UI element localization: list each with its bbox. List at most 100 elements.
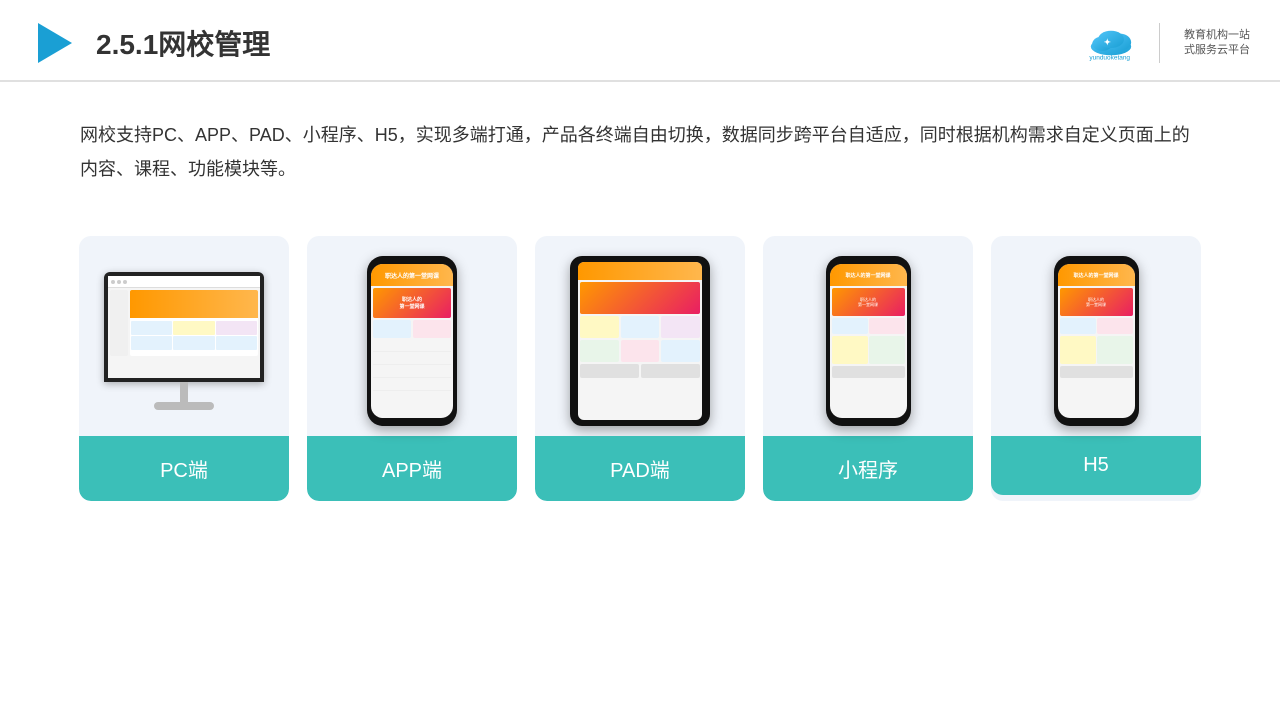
card-app-label: APP端 (307, 436, 517, 501)
monitor-stand (180, 382, 188, 402)
tablet-grid-5 (621, 340, 660, 362)
monitor-card-6 (216, 336, 257, 350)
small-phone-notch-h5 (1084, 256, 1108, 263)
miniprogram-device: 职达人的第一堂网课 职达人的第一堂网课 (826, 256, 911, 426)
card-pc: PC端 (79, 236, 289, 501)
phone-banner: 职达人的第一堂网课 (373, 288, 451, 318)
tablet-grid-3 (661, 316, 700, 338)
card-miniprogram-label: 小程序 (763, 436, 973, 501)
monitor-body (108, 288, 260, 358)
phone-row-1 (373, 320, 451, 338)
small-phone-item-1-mp (832, 318, 868, 334)
card-pad-image (535, 236, 745, 436)
tablet-grid-6 (661, 340, 700, 362)
phone-notch (398, 256, 426, 264)
monitor-device (104, 272, 264, 410)
phone-item-2 (413, 320, 451, 338)
nav-dot-1 (111, 280, 115, 284)
phone-body: 职达人的第一堂网课 职达人的第一堂网课 (367, 256, 457, 426)
small-phone-header-h5: 职达人的第一堂网课 (1058, 264, 1135, 286)
header-right: ✦ yunduoketang 教育机构一站 式服务云平台 (1081, 23, 1250, 63)
monitor-card-2 (173, 321, 214, 335)
tablet-body-content (578, 280, 702, 380)
monitor-card-3 (216, 321, 257, 335)
monitor-screen (104, 272, 264, 382)
small-phone-header-text-h5: 职达人的第一堂网课 (1073, 272, 1118, 279)
phone-item-1 (373, 320, 411, 338)
card-app-image: 职达人的第一堂网课 职达人的第一堂网课 (307, 236, 517, 436)
phone-banner-text: 职达人的第一堂网课 (399, 296, 424, 310)
brand-slogan-line2: 式服务云平台 (1184, 43, 1250, 58)
description: 网校支持PC、APP、PAD、小程序、H5，实现多端打通，产品各终端自由切换，数… (0, 82, 1280, 206)
small-phone-banner-h5: 职达人的第一堂网课 (1060, 288, 1133, 316)
tablet-row (580, 364, 700, 378)
phone-screen: 职达人的第一堂网课 职达人的第一堂网课 (371, 264, 453, 418)
small-phone-list-1-mp (832, 336, 868, 364)
small-phone-item-1-h5 (1060, 318, 1096, 334)
monitor-main (130, 290, 258, 356)
monitor-content (108, 276, 260, 378)
phone-list-2 (373, 353, 451, 365)
tablet-device (570, 256, 710, 426)
small-phone-content-mp: 职达人的第一堂网课 (830, 286, 907, 380)
tablet-grid-2 (621, 316, 660, 338)
phone-list-4 (373, 379, 451, 391)
small-phone-body-mp: 职达人的第一堂网课 职达人的第一堂网课 (826, 256, 911, 426)
monitor-card-1 (131, 321, 172, 335)
small-phone-content-h5: 职达人的第一堂网课 (1058, 286, 1135, 380)
small-phone-list-mp (832, 336, 905, 364)
small-phone-banner-mp: 职达人的第一堂网课 (832, 288, 905, 316)
monitor-cards (130, 320, 258, 351)
tablet-row-1 (580, 364, 639, 378)
phone-header: 职达人的第一堂网课 (371, 264, 453, 286)
monitor-nav (108, 276, 260, 288)
card-pc-image (79, 236, 289, 436)
logo-arrow-icon (30, 18, 80, 68)
small-phone-bottom-h5 (1060, 366, 1133, 378)
phone-header-text: 职达人的第一堂网课 (385, 271, 439, 280)
small-phone-bottom-mp (832, 366, 905, 378)
tablet-header (578, 262, 702, 280)
brand-slogan-line1: 教育机构一站 (1184, 28, 1250, 43)
tablet-body (570, 256, 710, 426)
card-h5: 职达人的第一堂网课 职达人的第一堂网课 (991, 236, 1201, 501)
small-phone-header-mp: 职达人的第一堂网课 (830, 264, 907, 286)
small-phone-banner-text-mp: 职达人的第一堂网课 (858, 297, 878, 307)
card-h5-image: 职达人的第一堂网课 职达人的第一堂网课 (991, 236, 1201, 436)
brand-logo: ✦ yunduoketang (1081, 25, 1141, 61)
brand-slogan: 教育机构一站 式服务云平台 (1184, 28, 1250, 59)
small-phone-row-mp (832, 318, 905, 334)
monitor-base (154, 402, 214, 410)
svg-text:✦: ✦ (1104, 37, 1112, 47)
card-pad: PAD端 (535, 236, 745, 501)
monitor-card-5 (173, 336, 214, 350)
monitor-banner (130, 290, 258, 318)
small-phone-list-2-h5 (1097, 336, 1133, 364)
tablet-grid-4 (580, 340, 619, 362)
small-phone-item-2-mp (869, 318, 905, 334)
brand-cloud-icon: ✦ yunduoketang (1081, 25, 1141, 61)
header: 2.5.1网校管理 ✦ yunduoketang (0, 0, 1280, 82)
small-phone-list-h5 (1060, 336, 1133, 364)
small-phone-notch-mp (856, 256, 880, 263)
small-phone-body-h5: 职达人的第一堂网课 职达人的第一堂网课 (1054, 256, 1139, 426)
small-phone-screen-h5: 职达人的第一堂网课 职达人的第一堂网课 (1058, 264, 1135, 418)
small-phone-header-text-mp: 职达人的第一堂网课 (845, 272, 890, 279)
small-phone-screen-mp: 职达人的第一堂网课 职达人的第一堂网课 (830, 264, 907, 418)
cards-container: PC端 职达人的第一堂网课 职达人的第一堂网课 (0, 206, 1280, 531)
h5-device: 职达人的第一堂网课 职达人的第一堂网课 (1054, 256, 1139, 426)
phone-body-content: 职达人的第一堂网课 (371, 286, 453, 394)
card-miniprogram: 职达人的第一堂网课 职达人的第一堂网课 (763, 236, 973, 501)
tablet-row-2 (641, 364, 700, 378)
small-phone-row-h5 (1060, 318, 1133, 334)
brand-divider (1159, 23, 1160, 63)
small-phone-banner-text-h5: 职达人的第一堂网课 (1086, 297, 1106, 307)
description-text: 网校支持PC、APP、PAD、小程序、H5，实现多端打通，产品各终端自由切换，数… (80, 118, 1200, 186)
phone-list-1 (373, 340, 451, 352)
header-left: 2.5.1网校管理 (30, 18, 270, 68)
card-h5-label: H5 (991, 436, 1201, 495)
tablet-banner (580, 282, 700, 314)
tablet-grid-1 (580, 316, 619, 338)
phone-list-3 (373, 366, 451, 378)
small-phone-list-2-mp (869, 336, 905, 364)
